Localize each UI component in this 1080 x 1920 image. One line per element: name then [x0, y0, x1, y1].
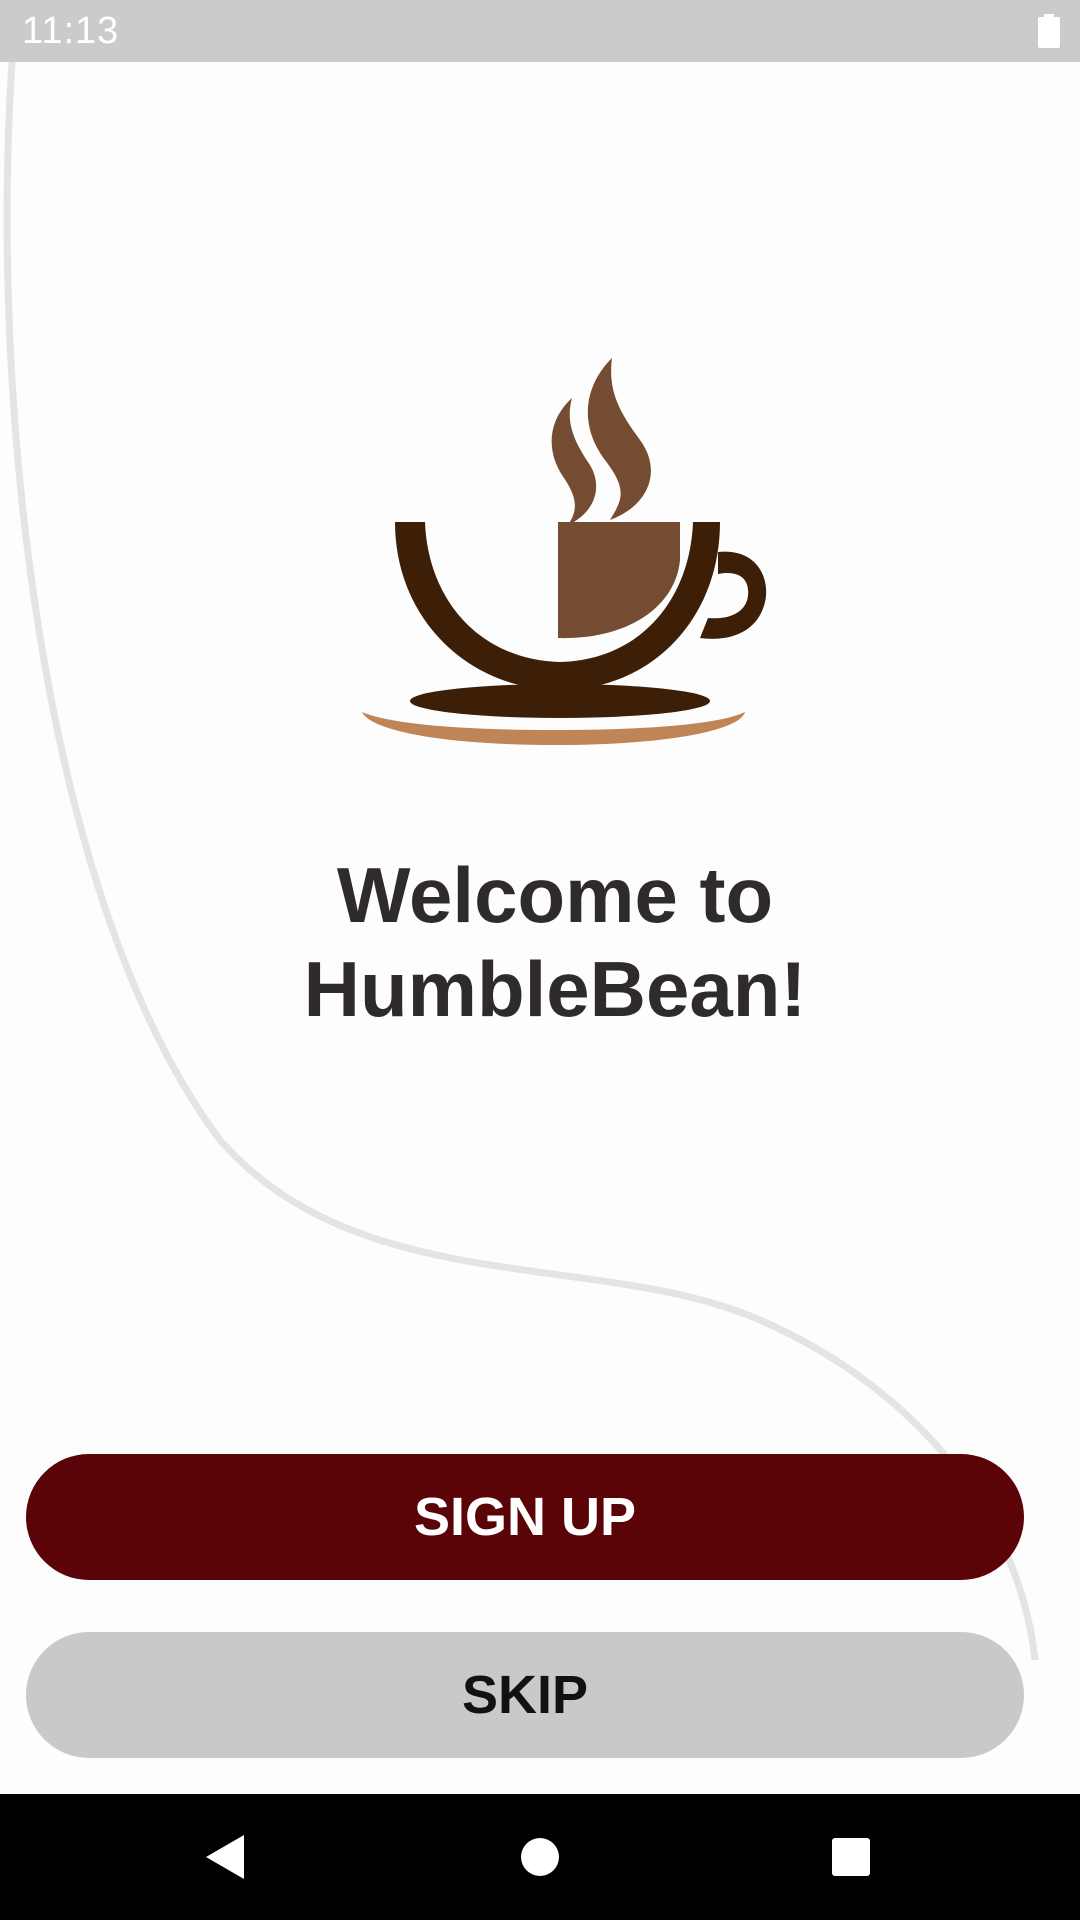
coffee-cup-logo	[362, 358, 767, 745]
welcome-title-line1: Welcome to	[336, 851, 774, 939]
welcome-screen: 11:13 Welcome to HumbleBean! SIGN UP SKI…	[0, 0, 1080, 1920]
navigation-bar	[0, 1794, 1080, 1920]
nav-home-button[interactable]	[480, 1794, 600, 1920]
sign-up-button[interactable]: SIGN UP	[26, 1454, 1024, 1580]
status-time: 11:13	[22, 10, 120, 52]
home-circle-icon	[521, 1838, 559, 1876]
steam-icon	[587, 358, 651, 520]
status-bar: 11:13	[0, 0, 1080, 62]
recents-square-icon	[832, 1838, 870, 1876]
nav-recents-button[interactable]	[791, 1794, 911, 1920]
nav-back-button[interactable]	[166, 1794, 286, 1920]
welcome-title-line2: HumbleBean!	[303, 945, 807, 1033]
welcome-title: Welcome to HumbleBean!	[0, 848, 1080, 1036]
back-triangle-icon	[206, 1835, 244, 1879]
skip-button[interactable]: SKIP	[26, 1632, 1024, 1758]
battery-full-icon	[1038, 14, 1060, 48]
